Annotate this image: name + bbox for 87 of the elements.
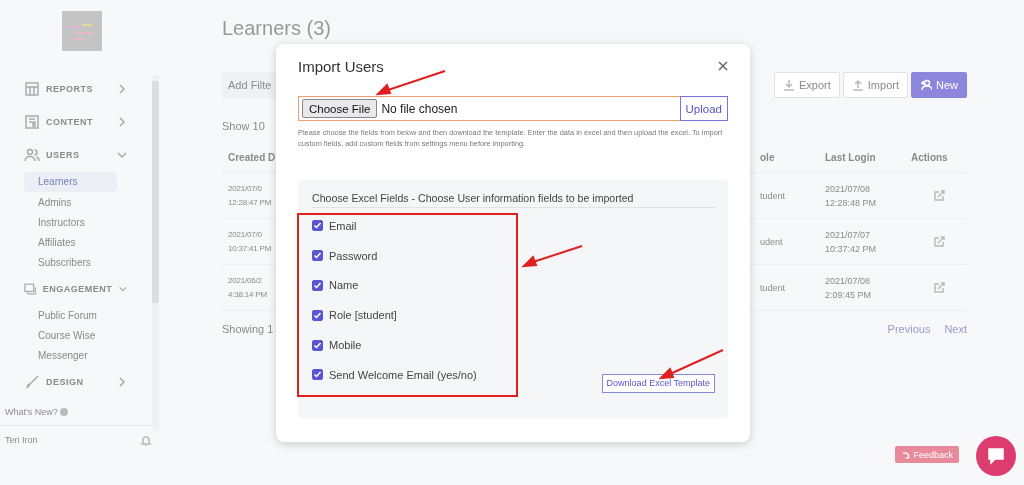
check-icon: [313, 281, 322, 290]
table-cell-text: 12:28:47 PM: [228, 196, 272, 209]
checkbox-label: Name: [329, 279, 359, 292]
dialog-title: Import Users: [298, 57, 384, 75]
table-cell-text: udent: [760, 235, 783, 249]
add-user-icon: [920, 79, 932, 91]
sidebar-item[interactable]: Public Forum: [24, 305, 117, 326]
check-icon: [313, 370, 322, 380]
table-cell-text: 2021/07/08: [825, 182, 871, 196]
filter-field[interactable]: Add Filte: [222, 72, 276, 98]
table-cell-text: tudent: [760, 281, 786, 295]
sidebar-item[interactable]: Learners: [24, 171, 117, 193]
chat-button[interactable]: [976, 436, 1016, 476]
page-title: Learners (3): [222, 16, 331, 41]
scrollbar-thumb[interactable]: [152, 81, 159, 303]
pagination-link[interactable]: Previous: [887, 323, 931, 335]
check-icon: [313, 221, 322, 231]
column-header: ole: [760, 151, 775, 163]
table-cell-text: 2021/07/07: [825, 228, 871, 242]
annotation-arrow: [521, 245, 583, 268]
table-cell-text: 2021/07/0: [228, 182, 262, 195]
info-dot-icon: [59, 408, 68, 416]
people-icon: [24, 147, 40, 164]
sidebar-section[interactable]: ENGAGEMENT: [24, 272, 128, 306]
page-size-label: Show 10: [222, 120, 265, 132]
checkbox[interactable]: [312, 220, 323, 232]
import-button[interactable]: Import: [842, 72, 908, 98]
upload-button[interactable]: Upload: [679, 96, 728, 121]
brush-icon: [24, 374, 40, 391]
download-icon: [783, 79, 795, 91]
sidebar-section[interactable]: REPORTS: [24, 73, 128, 106]
upload-icon: [851, 79, 864, 91]
checkbox[interactable]: [312, 309, 323, 321]
column-header: Last Login: [825, 151, 876, 163]
user-name: Teri Iron: [5, 434, 38, 445]
checkbox[interactable]: [312, 339, 323, 351]
new-button[interactable]: New: [911, 72, 967, 98]
checkbox-label: Email: [329, 219, 357, 232]
table-cell-text: 2021/06/2: [228, 274, 262, 287]
section-heading: Choose Excel Fields - Choose User information fields to be imported: [312, 192, 716, 208]
checkbox-label: Password: [329, 249, 378, 262]
whats-new-link[interactable]: What's New?: [5, 407, 58, 417]
check-icon: [313, 340, 322, 350]
close-icon: [718, 61, 728, 71]
bell-icon: [140, 433, 152, 446]
table-cell-text: 2021/07/0: [228, 228, 262, 241]
sidebar-item[interactable]: Course Wise: [24, 325, 117, 346]
table-cell-text: 12:28:48 PM: [825, 196, 877, 210]
sidebar-section[interactable]: CONTENT: [24, 105, 128, 139]
choose-file-button[interactable]: Choose File: [302, 99, 378, 118]
sidebar-item[interactable]: Admins: [24, 192, 117, 213]
download-template-button[interactable]: Download Excel Template: [601, 373, 715, 393]
column-header: Created D: [228, 151, 276, 163]
sidebar-section[interactable]: DESIGN: [24, 366, 128, 399]
export-button[interactable]: Export: [774, 72, 840, 98]
sidebar-item[interactable]: Subscribers: [24, 252, 117, 273]
checkbox-label: Mobile: [329, 339, 362, 352]
grid-icon: [24, 81, 40, 98]
file-field[interactable]: Choose File No file chosen Upload: [298, 96, 728, 121]
table-cell-text: 2:09:45 PM: [825, 288, 872, 302]
check-icon: [313, 310, 322, 320]
annotation-arrow: [658, 349, 724, 380]
table-cell-text: tudent: [760, 189, 786, 203]
feedback-button[interactable]: Feedback: [895, 446, 959, 463]
document-icon: [24, 114, 40, 131]
file-status: No file chosen: [380, 100, 459, 118]
checkbox[interactable]: [312, 280, 323, 291]
sidebar-item[interactable]: Instructors: [24, 212, 117, 233]
table-cell-text: 10:37:41 PM: [228, 242, 272, 255]
checkbox-label: Send Welcome Email (yes/no): [329, 368, 477, 381]
table-cell-text: 4:38:14 PM: [228, 288, 267, 301]
sidebar-item[interactable]: Messenger: [24, 345, 117, 366]
chat-bubble-icon: [987, 447, 1005, 465]
close-button[interactable]: [718, 61, 728, 71]
pagination-link[interactable]: Next: [944, 323, 967, 335]
checkbox[interactable]: [312, 369, 323, 381]
table-cell-text: 10:37:42 PM: [825, 242, 877, 256]
checkbox[interactable]: [312, 250, 323, 262]
column-header: Actions: [911, 151, 948, 163]
table-info: Showing 1: [222, 323, 274, 335]
scrollbar[interactable]: [152, 75, 159, 431]
sidebar-section[interactable]: USERS: [24, 138, 128, 172]
check-icon: [313, 251, 322, 261]
checkbox-label: Role [student]: [329, 309, 397, 322]
sidebar-item[interactable]: Affiliates: [24, 232, 117, 253]
annotation-arrow: [375, 70, 446, 96]
table-cell-text: 2021/07/08: [825, 274, 871, 288]
